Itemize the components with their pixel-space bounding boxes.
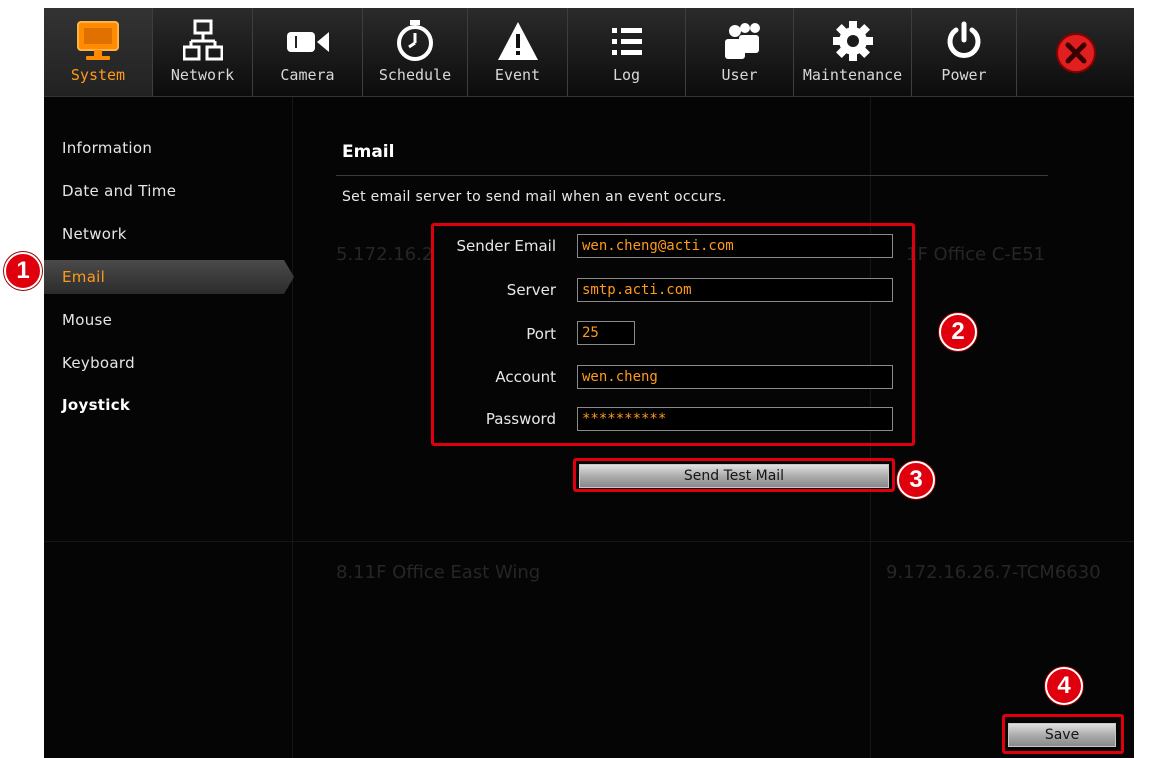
sidebar-item-network[interactable]: Network: [44, 217, 294, 251]
tab-label: Log: [612, 66, 641, 84]
step-badge-1: 1: [4, 252, 42, 290]
tab-label: Network: [170, 66, 235, 84]
list-icon: [599, 18, 655, 64]
clock-icon: [387, 18, 443, 64]
users-icon: [712, 18, 768, 64]
tab-label: Schedule: [378, 66, 452, 84]
bg-camera-label: 8.11F Office East Wing: [336, 562, 541, 583]
tab-user[interactable]: User: [685, 8, 793, 96]
tab-system[interactable]: System: [44, 8, 152, 96]
sidebar-item-joystick[interactable]: Joystick: [44, 388, 294, 422]
tab-event[interactable]: Event: [467, 8, 567, 96]
page-description: Set email server to send mail when an ev…: [342, 189, 727, 205]
step-badge-3: 3: [897, 461, 935, 499]
step-badge-2: 2: [939, 313, 977, 351]
tab-label: Event: [494, 66, 541, 84]
highlight-email-fields: [431, 223, 915, 446]
tab-camera[interactable]: Camera: [252, 8, 362, 96]
sidebar-item-keyboard[interactable]: Keyboard: [44, 346, 294, 380]
sidebar-item-date-and-time[interactable]: Date and Time: [44, 174, 294, 208]
highlight-send-test-mail: [573, 458, 895, 492]
tab-schedule[interactable]: Schedule: [362, 8, 467, 96]
close-icon: [1048, 30, 1104, 76]
sidebar: Information Date and Time Network Email …: [44, 96, 294, 758]
tab-label: Power: [941, 66, 987, 84]
tab-power[interactable]: Power: [911, 8, 1016, 96]
power-icon: [936, 18, 992, 64]
gear-icon: [825, 18, 881, 64]
camera-icon: [280, 18, 336, 64]
tab-label: Camera: [280, 66, 335, 84]
tab-network[interactable]: Network: [152, 8, 252, 96]
network-icon: [175, 18, 231, 64]
sidebar-item-email[interactable]: Email: [44, 260, 294, 294]
page-title: Email: [342, 142, 395, 162]
sidebar-item-mouse[interactable]: Mouse: [44, 303, 294, 337]
tab-maintenance[interactable]: Maintenance: [793, 8, 911, 96]
tab-label: System: [70, 66, 126, 84]
divider: [336, 175, 1048, 176]
step-badge-4: 4: [1045, 667, 1083, 705]
highlight-save: [1002, 714, 1124, 754]
app-window: 5.172.16.2 1F Office C-E51 8.11F Office …: [44, 8, 1134, 758]
sidebar-item-information[interactable]: Information: [44, 131, 294, 165]
warning-icon: [490, 18, 546, 64]
tab-log[interactable]: Log: [567, 8, 685, 96]
bg-camera-label: 1F Office C-E51: [906, 244, 1046, 265]
top-toolbar: System Network Camera Schedule Event Log…: [44, 8, 1134, 97]
monitor-icon: [70, 18, 126, 64]
bg-camera-label: 9.172.16.26.7-TCM6630: [886, 562, 1101, 583]
close-button[interactable]: [1016, 8, 1134, 96]
tab-label: Maintenance: [802, 66, 903, 84]
tab-label: User: [721, 66, 758, 84]
